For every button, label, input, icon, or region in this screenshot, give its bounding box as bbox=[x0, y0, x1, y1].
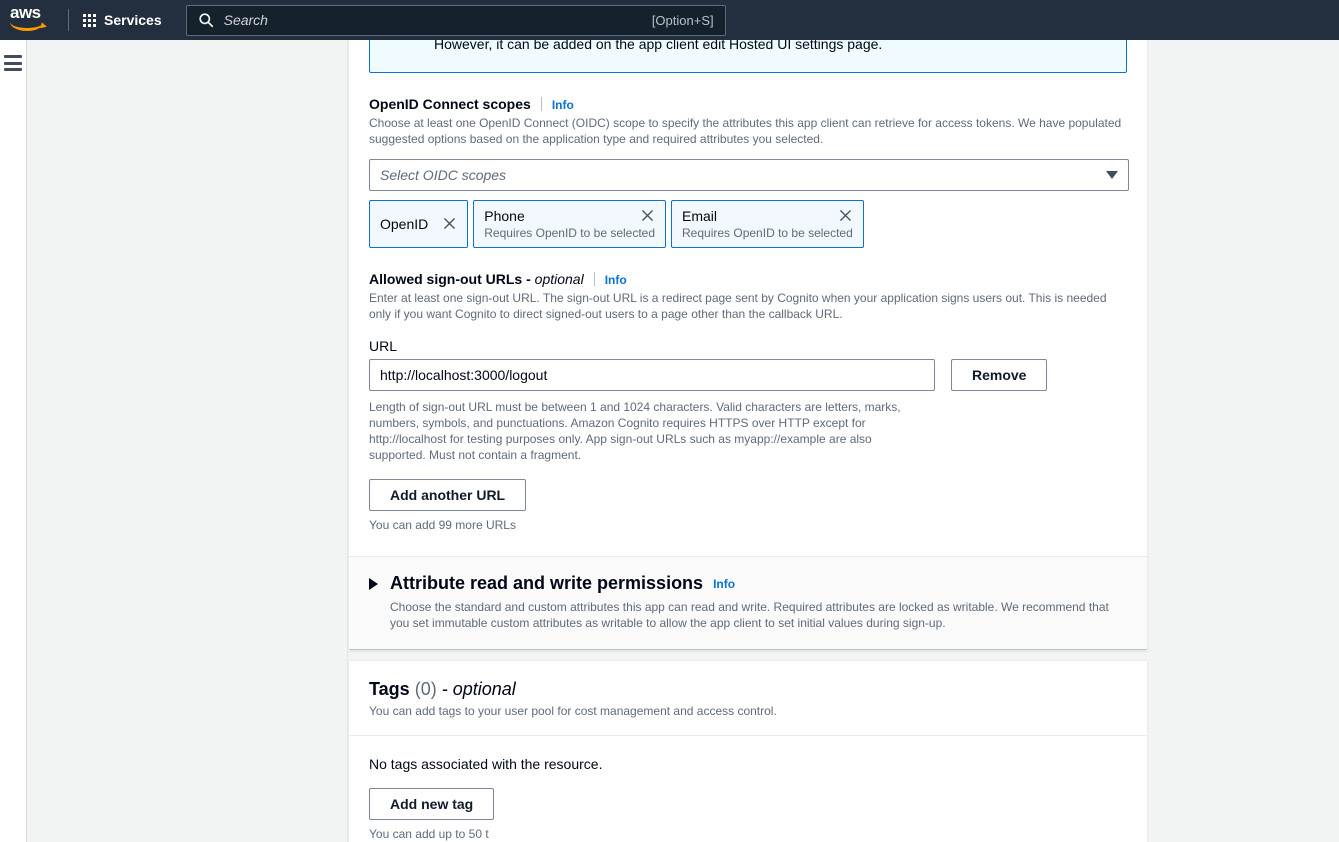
main-content: However, it can be added on the app clie… bbox=[348, 40, 1339, 842]
services-label: Services bbox=[104, 12, 162, 28]
tags-card-body: No tags associated with the resource. Ad… bbox=[349, 736, 1147, 842]
add-new-tag-button[interactable]: Add new tag bbox=[369, 788, 495, 820]
url-field-label: URL bbox=[369, 338, 398, 354]
tags-card-header: Tags (0) - optional You can add tags to … bbox=[349, 661, 1147, 736]
oidc-scopes-label: OpenID Connect scopes bbox=[369, 96, 531, 112]
aws-wordmark: aws bbox=[10, 3, 41, 22]
oidc-scopes-description: Choose at least one OpenID Connect (OIDC… bbox=[369, 116, 1122, 146]
oidc-scopes-select-placeholder: Select OIDC scopes bbox=[380, 167, 507, 183]
oidc-scopes-info-link[interactable]: Info bbox=[552, 98, 574, 112]
oidc-scopes-select[interactable]: Select OIDC scopes bbox=[369, 159, 1129, 191]
close-icon[interactable] bbox=[442, 216, 457, 231]
attribute-permissions-info-link[interactable]: Info bbox=[713, 577, 735, 591]
search-placeholder: Search bbox=[223, 12, 268, 28]
oidc-scope-chip-list: OpenID Phone Requires OpenID to be selec… bbox=[369, 200, 1127, 248]
tags-limit-text: You can add up to 50 t bbox=[369, 827, 489, 841]
oidc-scope-chip: Email Requires OpenID to be selected bbox=[671, 200, 864, 248]
signout-urls-description: Enter at least one sign-out URL. The sig… bbox=[369, 291, 1107, 321]
close-icon[interactable] bbox=[838, 208, 853, 223]
chip-row: OpenID bbox=[380, 216, 457, 232]
aws-smile-icon bbox=[10, 22, 44, 31]
signout-urls-label-text: Allowed sign-out URLs - bbox=[369, 271, 535, 287]
side-navigation-panel bbox=[28, 40, 348, 842]
oidc-scope-chip: Phone Requires OpenID to be selected bbox=[473, 200, 667, 248]
oidc-scope-chip: OpenID bbox=[369, 200, 469, 248]
attribute-permissions-section[interactable]: Attribute read and write permissions Inf… bbox=[349, 556, 1147, 650]
aws-top-navigation: aws Services Search [Option+S] bbox=[0, 0, 1339, 40]
signout-urls-info-link[interactable]: Info bbox=[605, 273, 627, 287]
add-another-url-button[interactable]: Add another URL bbox=[369, 479, 527, 511]
chevron-down-icon bbox=[1106, 171, 1118, 179]
signout-url-constraint-text: Length of sign-out URL must be between 1… bbox=[369, 400, 901, 462]
signout-urls-optional: optional bbox=[534, 271, 584, 287]
signout-url-input[interactable] bbox=[369, 359, 935, 391]
url-input-row: Remove bbox=[369, 359, 1127, 391]
chip-label: Email bbox=[682, 207, 718, 224]
close-icon[interactable] bbox=[640, 208, 655, 223]
tags-title: Tags (0) - optional bbox=[369, 679, 1127, 700]
attribute-permissions-description: Choose the standard and custom attribute… bbox=[390, 600, 1109, 630]
chip-row: Email bbox=[682, 208, 853, 224]
tags-optional-label: - optional bbox=[441, 679, 516, 699]
url-remaining-count: You can add 99 more URLs bbox=[369, 518, 516, 532]
chip-sublabel: Requires OpenID to be selected bbox=[682, 225, 853, 240]
attribute-permissions-title: Attribute read and write permissions bbox=[390, 573, 704, 593]
tags-title-text: Tags bbox=[369, 679, 410, 699]
chip-sublabel: Requires OpenID to be selected bbox=[484, 225, 656, 240]
chip-label: OpenID bbox=[380, 215, 429, 232]
services-menu-button[interactable]: Services bbox=[71, 0, 174, 40]
global-search-box[interactable]: Search [Option+S] bbox=[185, 4, 726, 36]
oidc-scopes-label-row: OpenID Connect scopes Info bbox=[369, 95, 1127, 112]
signout-urls-label: Allowed sign-out URLs - optional bbox=[369, 271, 584, 287]
info-alert-text: However, it can be added on the app clie… bbox=[434, 40, 883, 52]
oidc-scopes-field: OpenID Connect scopes Info Choose at lea… bbox=[369, 95, 1129, 248]
left-rail bbox=[0, 40, 27, 842]
remove-url-button[interactable]: Remove bbox=[951, 359, 1048, 391]
label-separator bbox=[593, 272, 595, 286]
search-icon bbox=[199, 13, 213, 28]
aws-logo[interactable]: aws bbox=[10, 3, 54, 35]
tags-description: You can add tags to your user pool for c… bbox=[369, 704, 777, 718]
chip-label: Phone bbox=[484, 207, 525, 224]
hamburger-menu-icon[interactable] bbox=[2, 54, 24, 72]
attribute-permissions-header[interactable]: Attribute read and write permissions Inf… bbox=[369, 573, 1127, 594]
app-client-settings-card: However, it can be added on the app clie… bbox=[348, 40, 1148, 651]
search-shortcut-hint: [Option+S] bbox=[651, 12, 714, 28]
info-alert: However, it can be added on the app clie… bbox=[369, 40, 1127, 73]
signout-urls-field: Allowed sign-out URLs - optional Info En… bbox=[369, 270, 1127, 532]
chevron-right-icon[interactable] bbox=[369, 577, 378, 590]
signout-label-row: Allowed sign-out URLs - optional Info bbox=[369, 270, 1127, 287]
tags-empty-message: No tags associated with the resource. bbox=[369, 756, 603, 772]
tags-card: Tags (0) - optional You can add tags to … bbox=[348, 660, 1148, 842]
grid-icon bbox=[83, 13, 96, 27]
tags-count: (0) bbox=[414, 679, 437, 699]
label-separator bbox=[540, 97, 542, 111]
nav-divider bbox=[68, 9, 69, 31]
chip-row: Phone bbox=[484, 208, 655, 224]
